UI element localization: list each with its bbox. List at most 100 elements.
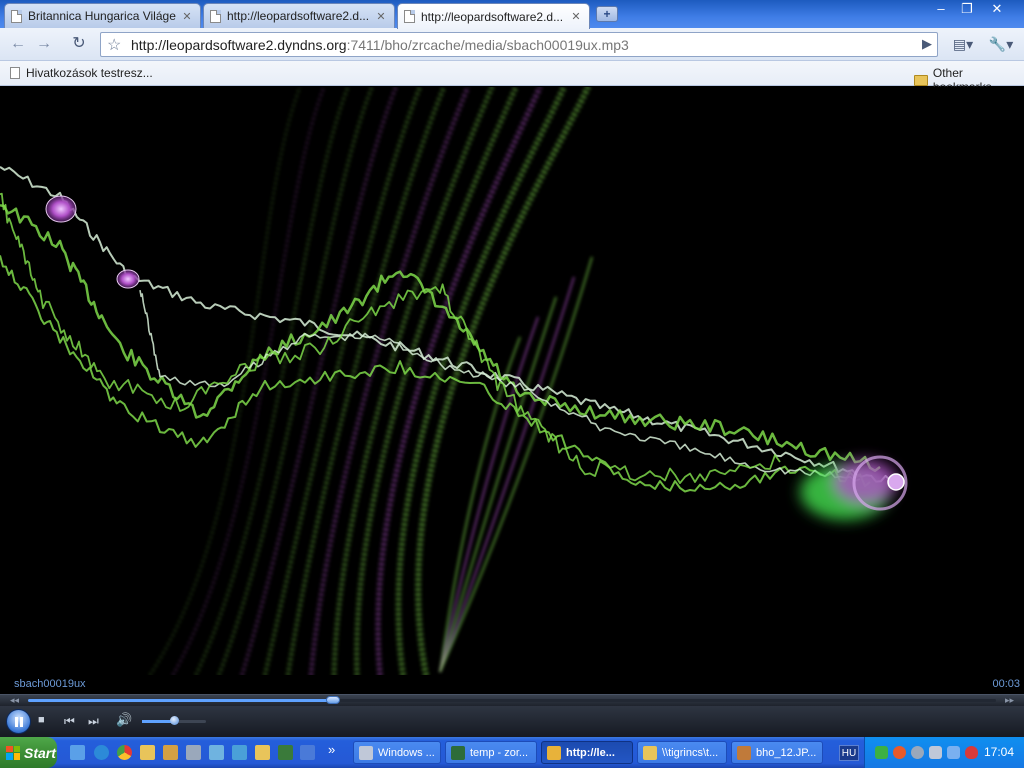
taskbar-button-label: Windows ... [378,746,435,759]
taskbar-button-label: temp - zor... [470,746,529,759]
language-indicator[interactable]: HU [839,745,859,761]
control-bar: ■ ⏮ ⏭ 🔊 [0,706,1024,737]
pause-button[interactable] [6,709,31,734]
arrow-left-icon: ← [10,35,26,52]
forward-button[interactable]: → [32,33,56,55]
page-menu-button[interactable]: ▤▾ [948,33,978,55]
app-icon[interactable] [209,745,224,760]
go-button[interactable]: ▶ [915,33,939,55]
tab-title: http://leopardsoftware2.d... [227,9,370,23]
tab-britannica[interactable]: Britannica Hungarica Világe... ✕ [4,3,201,28]
tray-icon[interactable] [893,746,906,759]
arc-ribbon [148,87,302,675]
bookmark-label: Hivatkozások testresz... [26,66,153,80]
folder-icon[interactable] [140,745,155,760]
tab-title: http://leopardsoftware2.d... [421,9,564,24]
seek-bar[interactable]: ◂◂ ▸▸ [0,694,1024,706]
start-label: Start [24,744,56,761]
previous-button[interactable]: ⏮ [64,714,75,729]
tray-icon[interactable] [875,746,888,759]
seek-track[interactable] [28,696,996,704]
taskbar-button-active[interactable]: http://le... [541,741,633,764]
restore-button[interactable]: ❐ [954,1,980,18]
url-host: http://leopardsoftware2.dyndns.org [131,37,347,53]
shield-icon[interactable] [965,746,978,759]
volume-thumb[interactable] [170,716,179,725]
page-icon [10,67,20,79]
folder-icon [914,74,928,86]
chevron-right-icon[interactable]: » [328,742,335,757]
next-button[interactable]: ⏭ [88,714,99,729]
ie-icon[interactable] [94,745,109,760]
taskbar-button[interactable]: temp - zor... [445,741,537,764]
minimize-button[interactable]: – [928,1,954,18]
close-window-button[interactable]: ✕ [984,1,1010,18]
tab-close-icon[interactable]: ✕ [569,10,583,23]
taskbar-button[interactable]: bho_12.JP... [731,741,823,764]
bookmark-star-icon[interactable]: ☆ [107,35,121,55]
window-icon [359,745,373,760]
taskbar-button[interactable]: \\tigrincs\t... [637,741,727,764]
new-tab-button[interactable]: + [596,6,618,22]
tab-leopard-1[interactable]: http://leopardsoftware2.d... ✕ [203,3,395,28]
elapsed-time: 00:03 [992,678,1020,690]
arc-ribbon [262,87,422,675]
media-visualization[interactable] [0,87,1024,675]
tab-close-icon[interactable]: ✕ [180,10,194,23]
visualizer-canvas [0,87,908,675]
taskbar-button[interactable]: Windows ... [353,741,441,764]
rewind-icon[interactable]: ◂◂ [10,695,19,706]
stop-button[interactable]: ■ [38,714,45,726]
arrow-right-icon: → [36,35,52,52]
media-player: sbach00019ux 00:03 ◂◂ ▸▸ ■ ⏮ ⏭ 🔊 [0,675,1024,737]
bookmarks-bar: Hivatkozások testresz... Other bookmarks [0,61,1024,94]
url-text: http://leopardsoftware2.dyndns.org:7411/… [131,37,629,53]
arc-ribbon [194,87,350,675]
bookmark-item[interactable]: Hivatkozások testresz... [10,66,153,80]
tab-close-icon[interactable]: ✕ [374,10,388,23]
tray-icon[interactable] [911,746,924,759]
reload-button[interactable]: ↻ [67,33,91,55]
app-icon[interactable] [278,745,293,760]
desktop-icon[interactable] [70,745,85,760]
arc-ribbon [439,276,575,673]
tray-icon[interactable] [929,746,942,759]
media-title: sbach00019ux [14,678,86,690]
chrome-icon [547,745,561,760]
app-icon[interactable] [163,745,178,760]
arc-ribbon [439,296,557,673]
glow-blob [800,460,897,520]
app-icon[interactable] [232,745,247,760]
taskbar-button-label: \\tigrincs\t... [662,746,719,759]
folder-icon [643,745,657,760]
seek-progress [28,699,333,702]
windows-taskbar: Start » Windows ... temp - zor... http:/… [0,737,1024,768]
tab-title: Britannica Hungarica Világe... [28,9,176,23]
tab-leopard-active[interactable]: http://leopardsoftware2.d... ✕ [397,3,590,29]
fast-forward-icon[interactable]: ▸▸ [1005,695,1014,706]
volume-icon[interactable]: 🔊 [116,712,132,728]
orb-marker [887,473,905,491]
address-bar[interactable]: ☆ http://leopardsoftware2.dyndns.org:741… [100,32,938,57]
back-button[interactable]: ← [6,33,30,55]
waveform-traces [0,166,896,493]
page-icon [404,10,415,23]
arc-ribbons [148,87,593,675]
network-icon[interactable] [947,746,960,759]
page-menu-icon: ▤▾ [952,36,974,52]
start-button[interactable]: Start [0,737,57,768]
app-icon[interactable] [300,745,315,760]
wrench-menu-button[interactable]: 🔧▾ [986,33,1016,55]
taskbar-button-label: http://le... [566,746,615,759]
orb-marker [116,269,140,289]
volume-slider[interactable] [142,716,206,725]
seek-thumb[interactable] [325,696,340,704]
taskbar-button-label: bho_12.JP... [756,746,817,759]
chrome-icon[interactable] [117,745,132,760]
tool-icon[interactable] [186,745,201,760]
image-icon [737,745,751,760]
windows-logo-icon [6,745,20,760]
url-path: :7411/bho/zrcache/media/sbach00019ux.mp3 [346,37,629,53]
browser-toolbar: ← → ↻ ☆ http://leopardsoftware2.dyndns.o… [0,28,1024,61]
folder-icon[interactable] [255,745,270,760]
